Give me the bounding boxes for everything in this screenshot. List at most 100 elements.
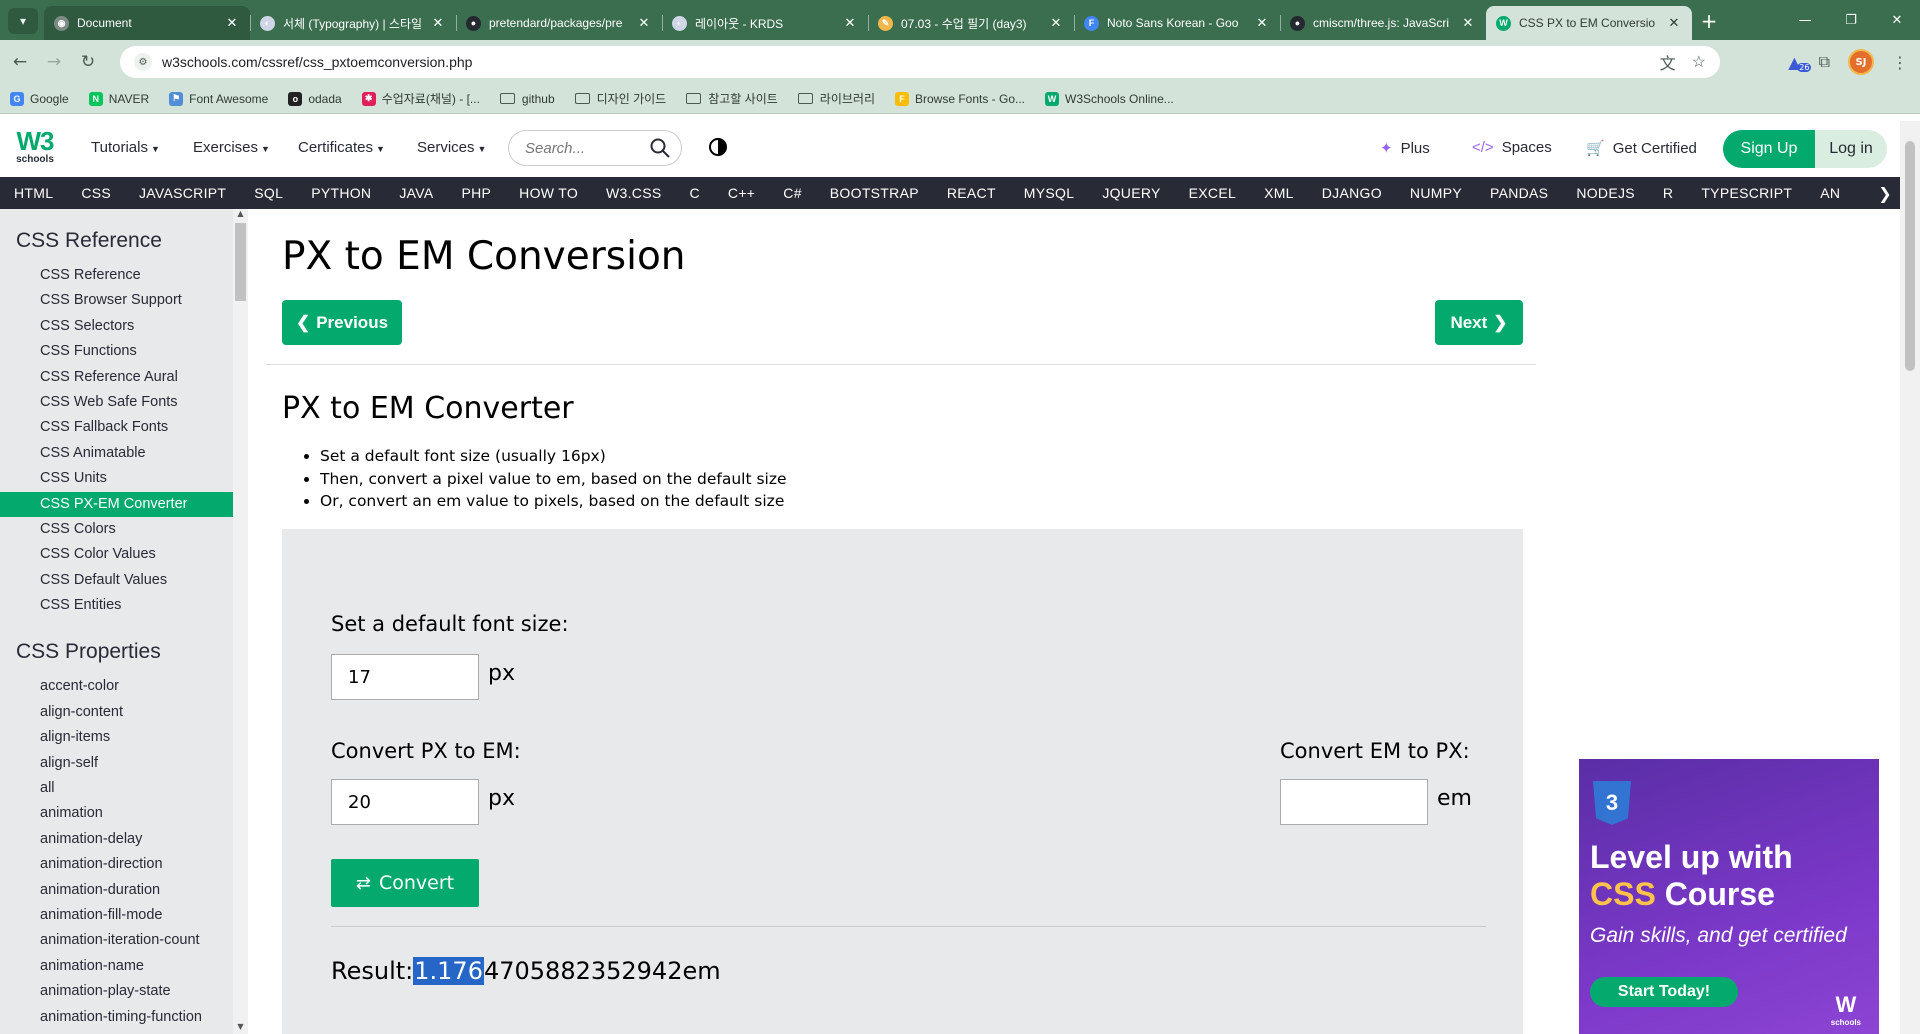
translate-icon[interactable]: 文 (1660, 50, 1676, 74)
close-tab-icon[interactable]: ✕ (1666, 15, 1682, 31)
subject-link[interactable]: JAVASCRIPT (125, 185, 240, 201)
sidebar-item[interactable]: animation-play-state (0, 979, 233, 1004)
sidebar-item[interactable]: CSS Default Values (0, 568, 233, 593)
address-bar[interactable]: ⚙ w3schools.com/cssref/css_pxtoemconvers… (120, 46, 1720, 78)
close-tab-icon[interactable]: ✕ (1254, 15, 1270, 31)
profile-avatar[interactable]: SJ (1848, 49, 1874, 75)
bookmark-item[interactable]: W W3Schools Online... (1045, 91, 1174, 106)
subject-link[interactable]: CSS (67, 185, 125, 201)
w3schools-logo[interactable]: W3 schools (14, 128, 56, 170)
subject-link[interactable]: JQUERY (1088, 185, 1174, 201)
forward-button[interactable]: → (40, 48, 68, 76)
browser-menu-icon[interactable]: ⋮ (1892, 53, 1908, 72)
subject-link[interactable]: AN (1806, 185, 1854, 201)
subject-link[interactable]: REACT (933, 185, 1010, 201)
log-in-button[interactable]: Log in (1815, 130, 1887, 168)
browser-tab[interactable]: ✎ 07.03 - 수업 필기 (day3) ✕ (868, 6, 1074, 40)
sidebar-item[interactable]: CSS Browser Support (0, 288, 233, 313)
close-tab-icon[interactable]: ✕ (636, 15, 652, 31)
subject-link[interactable]: W3.CSS (592, 185, 675, 201)
certificates-menu[interactable]: Certificates ▼ (298, 139, 385, 156)
subject-link[interactable]: NODEJS (1562, 185, 1649, 201)
close-tab-icon[interactable]: ✕ (1048, 15, 1064, 31)
subject-link[interactable]: JAVA (385, 185, 447, 201)
browser-tab[interactable]: ◐ 레이아웃 - KRDS ✕ (662, 6, 868, 40)
bookmark-star-icon[interactable]: ☆ (1692, 52, 1706, 72)
subject-link[interactable]: PHP (447, 185, 505, 201)
sidebar-item[interactable]: accent-color (0, 674, 233, 699)
search-icon[interactable] (649, 137, 671, 159)
minimize-window-button[interactable]: — (1782, 0, 1828, 40)
previous-button[interactable]: ❮ Previous (282, 300, 402, 345)
bookmark-item[interactable]: 참고할 사이트 (686, 90, 778, 107)
browser-tab[interactable]: ◐ 서체 (Typography) | 스타일 ✕ (250, 6, 456, 40)
browser-tab[interactable]: F Noto Sans Korean - Goo ✕ (1074, 6, 1280, 40)
subject-link[interactable]: C# (769, 185, 816, 201)
scroll-down-icon[interactable]: ▼ (233, 1022, 248, 1034)
subject-link[interactable]: PYTHON (297, 185, 385, 201)
next-button[interactable]: Next ❯ (1435, 300, 1523, 345)
get-certified-link[interactable]: 🛒 Get Certified (1586, 139, 1697, 158)
browser-tab[interactable]: ● pretendard/packages/pre ✕ (456, 6, 662, 40)
subject-link[interactable]: TYPESCRIPT (1687, 185, 1806, 201)
sidebar-item[interactable]: CSS Reference (0, 263, 233, 288)
subject-link[interactable]: R (1649, 185, 1687, 201)
close-window-button[interactable]: ✕ (1874, 0, 1920, 40)
sidebar-item[interactable]: CSS Units (0, 466, 233, 491)
subject-link[interactable]: PANDAS (1476, 185, 1562, 201)
extensions-puzzle-icon[interactable]: ⧉ (1819, 52, 1830, 72)
chevron-right-icon[interactable]: ❯ (1870, 177, 1900, 209)
sidebar-item[interactable]: animation-fill-mode (0, 903, 233, 928)
sidebar-item[interactable]: CSS Entities (0, 593, 233, 618)
plus-link[interactable]: ✦ Plus (1380, 139, 1430, 158)
site-info-icon[interactable]: ⚙ (134, 53, 152, 71)
sidebar-item[interactable]: CSS Web Safe Fonts (0, 390, 233, 415)
subject-link[interactable]: DJANGO (1308, 185, 1396, 201)
subject-link[interactable]: NUMPY (1396, 185, 1476, 201)
page-scroll-thumb[interactable] (1905, 141, 1915, 371)
back-button[interactable]: ← (6, 48, 34, 76)
scroll-up-icon[interactable]: ▲ (233, 209, 248, 221)
restore-window-button[interactable]: ❐ (1828, 0, 1874, 40)
sidebar-item[interactable]: animation-name (0, 954, 233, 979)
css-course-ad[interactable]: 3 Level up with CSS Course Gain skills, a… (1579, 759, 1879, 1034)
sidebar-item[interactable]: CSS Animatable (0, 441, 233, 466)
bookmark-item[interactable]: o odada (288, 91, 342, 106)
sidebar-item[interactable]: CSS Functions (0, 339, 233, 364)
subject-link[interactable]: C (676, 185, 714, 201)
subject-link[interactable]: MYSQL (1010, 185, 1089, 201)
subject-link[interactable]: EXCEL (1175, 185, 1250, 201)
start-today-button[interactable]: Start Today! (1590, 977, 1738, 1007)
sidebar-item[interactable]: animation-iteration-count (0, 928, 233, 953)
bookmark-item[interactable]: G Google (10, 91, 69, 106)
services-menu[interactable]: Services ▼ (417, 139, 486, 156)
sidebar-item[interactable]: align-items (0, 725, 233, 750)
convert-button[interactable]: ⇄ Convert (331, 859, 479, 907)
sidebar-item[interactable]: animation-duration (0, 878, 233, 903)
subject-link[interactable]: BOOTSTRAP (816, 185, 933, 201)
subject-link[interactable]: HOW TO (505, 185, 592, 201)
sidebar-item[interactable]: CSS Selectors (0, 314, 233, 339)
sidebar-item[interactable]: all (0, 776, 233, 801)
close-tab-icon[interactable]: ✕ (842, 15, 858, 31)
sign-up-button[interactable]: Sign Up (1723, 130, 1815, 168)
bookmark-item[interactable]: github (499, 92, 555, 106)
tab-search-button[interactable]: ▾ (8, 8, 38, 34)
sidebar-item[interactable]: CSS Colors (0, 517, 233, 542)
page-scrollbar[interactable] (1900, 121, 1920, 1034)
sidebar-item[interactable]: CSS PX-EM Converter (0, 491, 233, 517)
browser-tab[interactable]: W CSS PX to EM Conversio ✕ (1486, 6, 1692, 40)
sidebar-scrollbar[interactable]: ▲ ▼ (233, 209, 248, 1034)
sidebar-item[interactable]: align-self (0, 751, 233, 776)
bookmark-item[interactable]: 디자인 가이드 (574, 90, 666, 107)
em-value-input[interactable] (1280, 779, 1428, 825)
default-size-input[interactable]: 17 (331, 654, 479, 700)
subject-link[interactable]: C++ (714, 185, 769, 201)
bookmark-item[interactable]: N NAVER (88, 91, 149, 106)
close-tab-icon[interactable]: ✕ (224, 15, 240, 31)
bookmark-item[interactable]: F Browse Fonts - Go... (894, 91, 1025, 106)
spaces-link[interactable]: </> Spaces (1472, 139, 1552, 156)
sidebar-item[interactable]: align-content (0, 700, 233, 725)
sidebar-item[interactable]: CSS Color Values (0, 542, 233, 567)
browser-tab[interactable]: ● cmiscm/three.js: JavaScri ✕ (1280, 6, 1486, 40)
